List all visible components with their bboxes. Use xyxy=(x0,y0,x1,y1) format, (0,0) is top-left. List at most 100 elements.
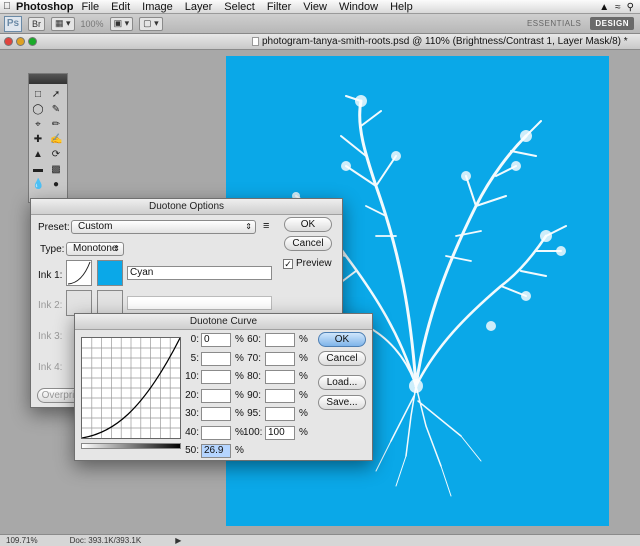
curve-left-field[interactable] xyxy=(201,370,231,384)
curve-percent-label: % xyxy=(299,371,308,382)
curve-right-field[interactable] xyxy=(265,388,295,403)
curve-left-field[interactable]: 26.9 xyxy=(201,444,231,458)
menu-layer[interactable]: Layer xyxy=(185,1,213,13)
curve-right-field[interactable]: 100 xyxy=(265,425,295,440)
ps-logo: Ps xyxy=(4,15,22,32)
view-extras-button[interactable]: ▦ ▾ xyxy=(51,16,75,31)
status-menu-arrow-icon[interactable]: ▶ xyxy=(175,536,181,545)
curve-save-button[interactable]: Save... xyxy=(318,395,366,410)
document-icon xyxy=(252,37,259,46)
curve-left-field[interactable] xyxy=(201,388,231,403)
zoom-window-button[interactable] xyxy=(28,37,37,46)
curve-left-field[interactable] xyxy=(201,425,231,440)
zoom-level-select[interactable]: 100% xyxy=(81,19,104,29)
menu-window[interactable]: Window xyxy=(339,1,378,13)
curve-percent-label: % xyxy=(299,408,308,419)
window-controls xyxy=(4,37,37,46)
curve-percent-label: % xyxy=(299,426,308,438)
arrange-documents-button[interactable]: ▣ ▾ xyxy=(109,16,134,31)
preset-value: Custom xyxy=(78,221,113,232)
crop-tool-icon[interactable]: ⌖ xyxy=(32,119,44,131)
dodge-tool-icon[interactable]: ● xyxy=(50,179,62,191)
curve-right-field[interactable] xyxy=(265,407,295,421)
curve-left-label: 5: xyxy=(190,352,199,364)
curve-right-field[interactable] xyxy=(265,351,295,366)
curve-left-field[interactable] xyxy=(201,351,231,366)
ink1-curve-icon xyxy=(67,261,91,285)
curve-right-label: 70: xyxy=(247,352,261,364)
ink1-color-swatch[interactable] xyxy=(97,260,123,286)
menu-help[interactable]: Help xyxy=(390,1,413,13)
menu-edit[interactable]: Edit xyxy=(111,1,130,13)
blur-tool-icon[interactable]: 💧 xyxy=(32,179,44,191)
spotlight-icon[interactable]: ⚲ xyxy=(627,2,634,13)
ink2-name-field xyxy=(127,296,272,310)
curve-right-label: 95: xyxy=(247,408,261,419)
preset-select[interactable]: Custom ⇕ xyxy=(71,220,256,234)
preview-checkbox[interactable]: ✓ xyxy=(283,259,293,269)
quick-select-tool-icon[interactable]: ✎ xyxy=(50,104,62,116)
eraser-tool-icon[interactable]: ▬ xyxy=(32,164,44,176)
curve-right-label: 60: xyxy=(247,334,261,345)
preset-options-icon[interactable]: ≡ xyxy=(263,220,269,232)
type-select[interactable]: Monotone ⇕ xyxy=(66,242,124,256)
status-doc-size: Doc: 393.1K/393.1K xyxy=(69,536,142,545)
menu-filter[interactable]: Filter xyxy=(267,1,291,13)
curve-left-label: 50: xyxy=(185,445,199,456)
curve-graph[interactable] xyxy=(81,337,181,439)
duotone-curve-title: Duotone Curve xyxy=(75,314,372,330)
menu-file[interactable]: File xyxy=(81,1,99,13)
ink2-label: Ink 2: xyxy=(38,300,63,311)
apple-icon[interactable]:  xyxy=(0,1,14,12)
preset-label: Preset: xyxy=(38,222,70,233)
close-window-button[interactable] xyxy=(4,37,13,46)
curve-cancel-button[interactable]: Cancel xyxy=(318,351,366,366)
preview-label: Preview xyxy=(296,258,332,269)
menu-select[interactable]: Select xyxy=(224,1,255,13)
healing-brush-tool-icon[interactable]: ✚ xyxy=(32,134,44,146)
lasso-tool-icon[interactable]: ◯ xyxy=(32,104,44,116)
workspace-essentials[interactable]: ESSENTIALS xyxy=(522,17,586,30)
screen-mode-button[interactable]: ▢ ▾ xyxy=(139,16,163,31)
status-zoom[interactable]: 109.71% xyxy=(6,536,38,545)
curve-load-button[interactable]: Load... xyxy=(318,375,366,390)
tools-panel: □ ➚ ◯ ✎ ⌖ ✏ ✚ ✍ ▲ ⟳ ▬ ▩ 💧 ● xyxy=(28,73,68,203)
bridge-button[interactable]: Br xyxy=(28,16,45,31)
curve-left-label: 10: xyxy=(185,371,199,382)
curve-left-label: 40: xyxy=(185,426,199,438)
curve-percent-label: % xyxy=(235,445,244,456)
ink1-curve-thumbnail[interactable] xyxy=(66,260,92,286)
gradient-tool-icon[interactable]: ▩ xyxy=(50,164,62,176)
minimize-window-button[interactable] xyxy=(16,37,25,46)
curve-left-field[interactable] xyxy=(201,407,231,421)
ink1-name-field[interactable]: Cyan xyxy=(127,266,272,280)
curve-ok-button[interactable]: OK xyxy=(318,332,366,347)
duotone-cancel-button[interactable]: Cancel xyxy=(284,236,332,251)
curve-right-field[interactable] xyxy=(265,370,295,384)
curve-right-field[interactable] xyxy=(265,333,295,347)
history-brush-tool-icon[interactable]: ⟳ xyxy=(50,149,62,161)
duotone-options-title: Duotone Options xyxy=(31,199,342,215)
wifi-icon[interactable]: ≈ xyxy=(615,2,621,13)
eyedropper-tool-icon[interactable]: ✏ xyxy=(50,119,62,131)
menu-image[interactable]: Image xyxy=(142,1,173,13)
curve-left-label: 0: xyxy=(190,334,199,345)
curve-left-label: 20: xyxy=(185,389,199,401)
curve-right-label: 80: xyxy=(247,371,261,382)
tools-panel-header[interactable] xyxy=(29,74,67,84)
move-tool-icon[interactable]: ➚ xyxy=(50,89,62,101)
duotone-curve-dialog: Duotone Curve OK Cancel Load... Save... … xyxy=(74,313,373,461)
menu-view[interactable]: View xyxy=(303,1,327,13)
clone-stamp-tool-icon[interactable]: ▲ xyxy=(32,149,44,161)
status-bar: 109.71% Doc: 393.1K/393.1K ▶ xyxy=(0,534,640,546)
curve-right-label: 100: xyxy=(243,426,263,438)
curve-left-field[interactable]: 0 xyxy=(201,333,231,347)
marquee-tool-icon[interactable]: □ xyxy=(32,89,44,101)
adobe-icon[interactable]: ▲ xyxy=(599,2,609,13)
curve-right-label: 90: xyxy=(247,389,261,401)
type-value: Monotone xyxy=(73,243,118,254)
workspace-design[interactable]: DESIGN xyxy=(590,17,634,30)
menu-app-name[interactable]: Photoshop xyxy=(16,1,73,13)
brush-tool-icon[interactable]: ✍ xyxy=(50,134,62,146)
duotone-ok-button[interactable]: OK xyxy=(284,217,332,232)
